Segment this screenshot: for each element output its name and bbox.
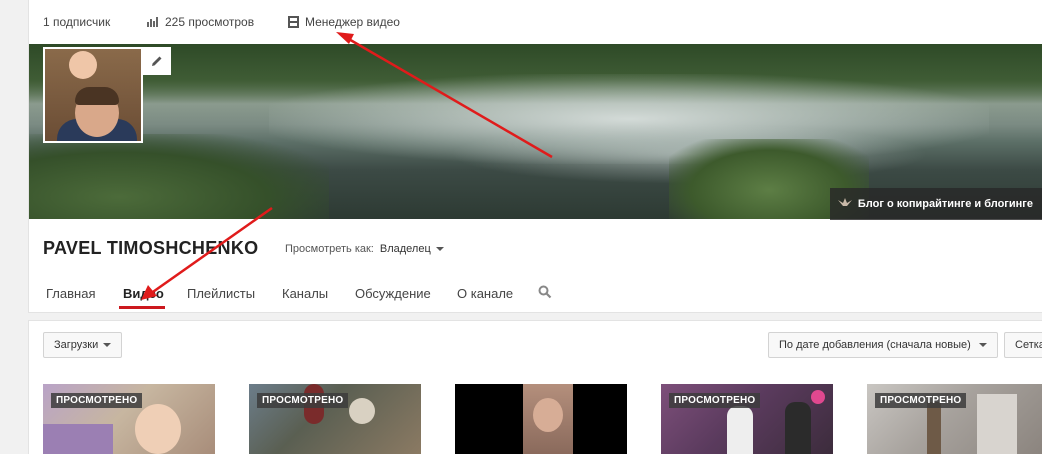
chevron-down-icon: [103, 343, 112, 347]
search-icon: [538, 285, 552, 299]
subscriber-count[interactable]: 1 подписчик: [43, 15, 110, 29]
site-favicon-icon: [837, 197, 852, 211]
channel-stats-bar: 1 подписчик 225 просмотров Менеджер виде…: [29, 0, 1042, 44]
channel-header-card: 1 подписчик 225 просмотров Менеджер виде…: [28, 0, 1042, 313]
chevron-down-icon: [978, 343, 987, 347]
tab-discussion[interactable]: Обсуждение: [355, 286, 431, 301]
watched-badge: ПРОСМОТРЕНО: [669, 393, 761, 408]
uploads-dropdown-label: Загрузки: [54, 339, 99, 351]
channel-title: PAVEL TIMOSHCHENKO: [43, 238, 259, 258]
tab-videos[interactable]: Видео: [123, 286, 164, 301]
video-thumbnail[interactable]: ПРОСМОТРЕНО: [661, 384, 833, 454]
sort-dropdown[interactable]: По дате добавления (сначала новые): [768, 332, 998, 358]
channel-search-button[interactable]: [538, 285, 552, 304]
video-thumbnail[interactable]: ПРОСМОТРЕНО: [867, 384, 1042, 454]
banner-site-link[interactable]: Блог о копирайтинге и блогинге: [829, 188, 1042, 220]
watched-badge: ПРОСМОТРЕНО: [875, 393, 967, 408]
tab-channels[interactable]: Каналы: [282, 286, 328, 301]
grid-view-dropdown[interactable]: Сетка: [1004, 332, 1042, 358]
uploads-dropdown[interactable]: Загрузки: [43, 332, 123, 358]
video-thumbnail[interactable]: ПРОСМОТРЕНО: [43, 384, 215, 454]
view-as-selector[interactable]: Просмотреть как: Владелец: [285, 243, 444, 255]
views-count-label: 225 просмотров: [165, 15, 255, 29]
active-tab-indicator: [119, 306, 165, 309]
film-icon: [288, 16, 299, 28]
channel-tabs: Главная Видео Плейлисты Каналы Обсуждени…: [29, 276, 1042, 312]
video-thumbnail[interactable]: ПРОСМОТРЕНО: [249, 384, 421, 454]
banner-site-link-label: Блог о копирайтинге и блогинге: [857, 198, 1033, 210]
videos-section: Загрузки По дате добавления (сначала нов…: [28, 320, 1042, 454]
watched-badge: ПРОСМОТРЕНО: [257, 393, 349, 408]
video-thumbnail[interactable]: [455, 384, 627, 454]
watched-badge: ПРОСМОТРЕНО: [51, 393, 143, 408]
video-manager-label: Менеджер видео: [305, 15, 400, 29]
views-count[interactable]: 225 просмотров: [147, 15, 254, 29]
view-as-value: Владелец: [379, 243, 431, 255]
chevron-down-icon: [435, 247, 444, 252]
grid-view-label: Сетка: [1015, 339, 1042, 351]
tab-home[interactable]: Главная: [46, 286, 95, 301]
pencil-icon: [152, 56, 162, 66]
bar-chart-icon: [147, 17, 158, 27]
tab-about[interactable]: О канале: [457, 286, 513, 301]
channel-avatar[interactable]: [43, 47, 143, 143]
subscriber-count-label: 1 подписчик: [43, 15, 111, 29]
edit-avatar-button[interactable]: [143, 47, 171, 75]
sort-dropdown-label: По дате добавления (сначала новые): [779, 339, 971, 351]
video-manager-link[interactable]: Менеджер видео: [288, 15, 400, 29]
view-as-label: Просмотреть как:: [285, 243, 374, 255]
tab-playlists[interactable]: Плейлисты: [187, 286, 255, 301]
